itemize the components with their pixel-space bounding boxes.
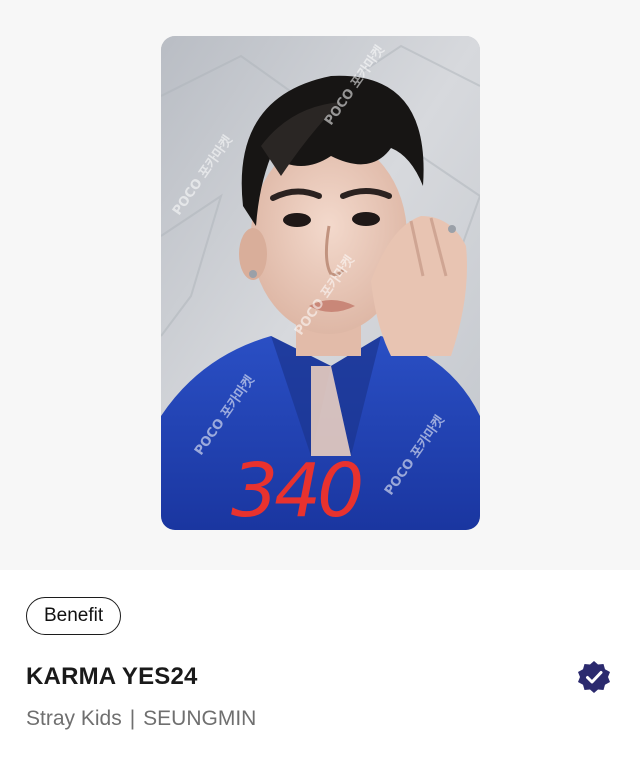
benefit-tag[interactable]: Benefit <box>26 597 122 635</box>
item-title: KARMA YES24 <box>26 663 198 690</box>
benefit-tag-label: Benefit <box>44 605 104 626</box>
verified-badge-icon <box>577 660 611 694</box>
photocard-image[interactable]: POCO 포카마켓 POCO 포카마켓 POCO 포카마켓 POCO 포카마켓 … <box>161 36 480 530</box>
group-name: Stray Kids <box>26 707 122 730</box>
photocard-image-area: POCO 포카마켓 POCO 포카마켓 POCO 포카마켓 POCO 포카마켓 … <box>0 0 640 570</box>
member-name: SEUNGMIN <box>143 707 257 730</box>
item-subtitle: Stray Kids | SEUNGMIN <box>26 707 256 731</box>
price-annotation: 340 <box>231 448 361 530</box>
item-info-panel: Benefit KARMA YES24 Stray Kids | SEUNGMI… <box>0 570 640 764</box>
separator: | <box>129 707 136 730</box>
